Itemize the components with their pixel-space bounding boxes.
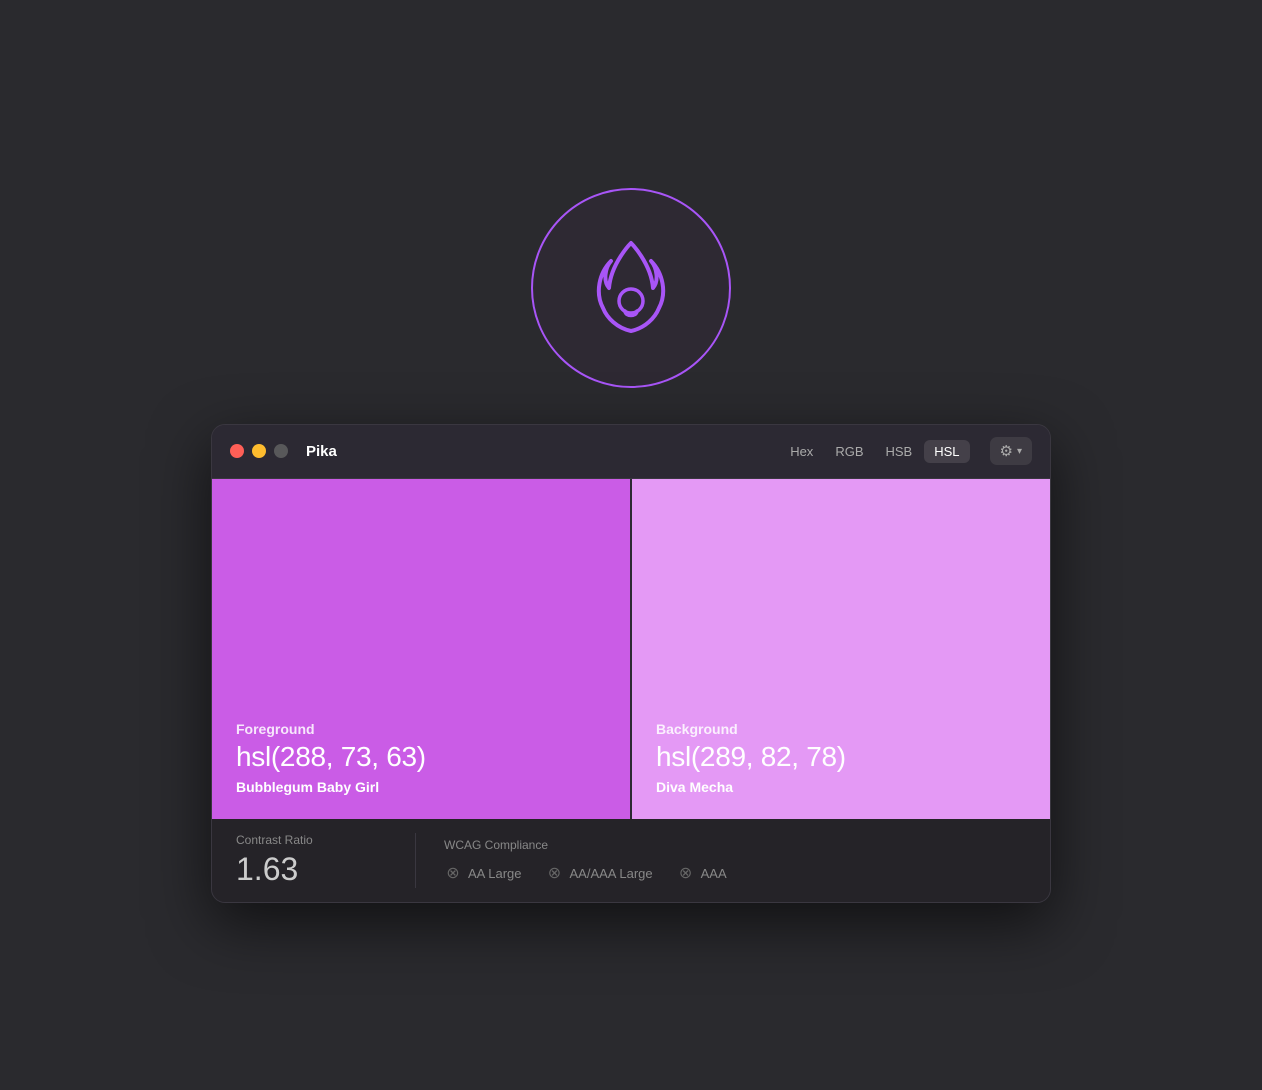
wcag-aa-aaa-large-label: AA/AAA Large <box>570 866 653 881</box>
background-color-name: Diva Mecha <box>656 779 1026 795</box>
minimize-button[interactable] <box>252 444 266 458</box>
titlebar: Pika Hex RGB HSB HSL ⚙ ▾ <box>212 425 1050 479</box>
flame-icon <box>581 233 681 343</box>
background-label: Background <box>656 721 1026 737</box>
window-title: Pika <box>302 443 766 460</box>
background-value: hsl(289, 82, 78) <box>656 741 1026 773</box>
wcag-aa-large: ⊗ AA Large <box>444 864 522 882</box>
wcag-aaa-label: AAA <box>701 866 727 881</box>
wcag-section: WCAG Compliance ⊗ AA Large ⊗ AA/AAA Larg… <box>416 838 727 882</box>
color-panels: Foreground hsl(288, 73, 63) Bubblegum Ba… <box>212 479 1050 819</box>
wcag-aaa: ⊗ AAA <box>677 864 727 882</box>
bottom-bar: Contrast Ratio 1.63 WCAG Compliance ⊗ AA… <box>212 819 1050 902</box>
wcag-aa-large-label: AA Large <box>468 866 522 881</box>
wcag-label: WCAG Compliance <box>444 838 727 852</box>
format-hsb-button[interactable]: HSB <box>875 440 922 463</box>
format-hex-button[interactable]: Hex <box>780 440 823 463</box>
contrast-section: Contrast Ratio 1.63 <box>236 833 416 888</box>
contrast-value: 1.63 <box>236 851 387 888</box>
format-buttons: Hex RGB HSB HSL <box>780 440 969 463</box>
traffic-lights <box>230 444 288 458</box>
foreground-color-name: Bubblegum Baby Girl <box>236 779 606 795</box>
close-button[interactable] <box>230 444 244 458</box>
foreground-label: Foreground <box>236 721 606 737</box>
wcag-aa-aaa-large: ⊗ AA/AAA Large <box>546 864 653 882</box>
wcag-fail-icon-3: ⊗ <box>677 864 695 882</box>
format-hsl-button[interactable]: HSL <box>924 440 969 463</box>
maximize-button[interactable] <box>274 444 288 458</box>
app-icon-container <box>531 188 731 388</box>
wcag-fail-icon-2: ⊗ <box>546 864 564 882</box>
foreground-value: hsl(288, 73, 63) <box>236 741 606 773</box>
contrast-label: Contrast Ratio <box>236 833 387 847</box>
app-window: Pika Hex RGB HSB HSL ⚙ ▾ Foreground hsl(… <box>211 424 1051 903</box>
chevron-down-icon: ▾ <box>1017 446 1022 457</box>
gear-icon: ⚙ <box>1000 442 1013 460</box>
app-icon-circle <box>531 188 731 388</box>
settings-button[interactable]: ⚙ ▾ <box>990 437 1032 465</box>
foreground-panel[interactable]: Foreground hsl(288, 73, 63) Bubblegum Ba… <box>212 479 632 819</box>
format-rgb-button[interactable]: RGB <box>825 440 873 463</box>
wcag-items: ⊗ AA Large ⊗ AA/AAA Large ⊗ AAA <box>444 864 727 882</box>
background-panel[interactable]: Background hsl(289, 82, 78) Diva Mecha <box>632 479 1050 819</box>
wcag-fail-icon-1: ⊗ <box>444 864 462 882</box>
